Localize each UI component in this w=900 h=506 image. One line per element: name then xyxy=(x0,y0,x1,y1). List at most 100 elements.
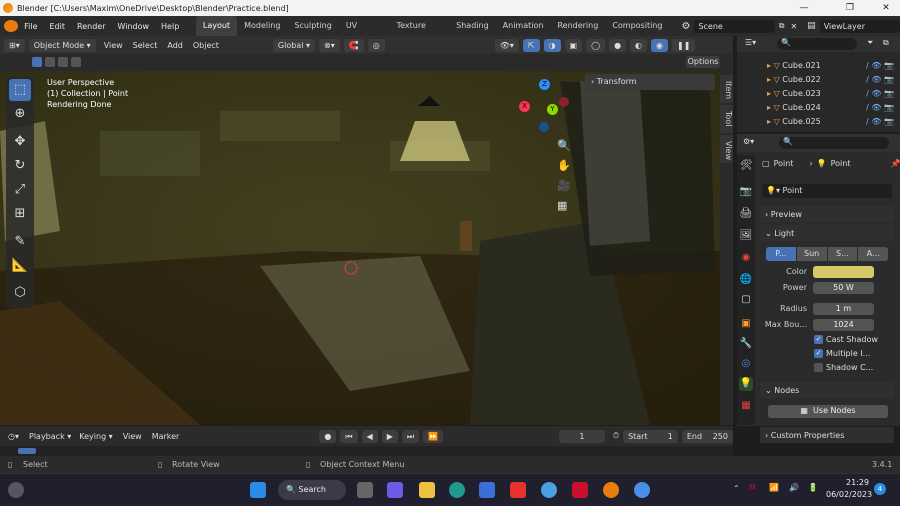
blender-menu-icon[interactable] xyxy=(4,20,19,32)
menu-help[interactable]: Help xyxy=(155,22,185,31)
snap-icon[interactable]: 🧲 xyxy=(343,38,364,52)
light-data-props-icon[interactable]: 💡 xyxy=(739,377,753,391)
shadow-caustics-checkbox[interactable] xyxy=(814,363,823,372)
menu-marker[interactable]: Marker xyxy=(152,432,180,441)
section-custom-properties[interactable]: › Custom Properties xyxy=(760,427,894,443)
outliner-editor-icon[interactable]: ☰▾ xyxy=(745,38,756,47)
rotate-tool-icon[interactable]: ↻ xyxy=(9,155,31,177)
add-cube-tool-icon[interactable]: ⬡ xyxy=(9,282,31,304)
chat-icon[interactable] xyxy=(387,482,403,498)
tab-uv-editing[interactable]: UV Editing xyxy=(339,16,390,50)
modifier-props-icon[interactable]: 🔧 xyxy=(739,337,753,351)
gizmo-z-axis[interactable]: Z xyxy=(539,79,550,90)
settings-taskbar-icon[interactable] xyxy=(634,482,650,498)
tab-animation[interactable]: Animation xyxy=(496,16,551,36)
gizmo-y-axis[interactable]: Y xyxy=(547,104,558,115)
file-explorer-icon[interactable] xyxy=(419,482,435,498)
view-layer-props-icon[interactable]: 🖼 xyxy=(739,229,753,243)
taskbar-search[interactable]: 🔍 Search xyxy=(278,480,346,500)
weather-icon[interactable] xyxy=(8,482,24,498)
timeline-editor-icon[interactable]: ◷▾ xyxy=(8,432,19,441)
notification-badge[interactable]: 4 xyxy=(874,483,886,495)
radius-field[interactable]: 1 m xyxy=(813,303,874,315)
texture-props-icon[interactable]: ▦ xyxy=(739,399,753,413)
pause-render-icon[interactable]: ❚❚ xyxy=(672,38,696,52)
xray-icon[interactable]: ▣ xyxy=(564,38,583,52)
scene-new-icon[interactable]: ⧉ xyxy=(779,21,785,31)
task-view-icon[interactable] xyxy=(357,482,373,498)
light-color-swatch[interactable] xyxy=(813,266,874,278)
start-frame-field[interactable]: Start 1 xyxy=(623,429,678,443)
shading-solid-icon[interactable]: ● xyxy=(609,38,627,52)
annotate-tool-icon[interactable]: ✎ xyxy=(9,231,31,253)
menu-window[interactable]: Window xyxy=(111,22,155,31)
editor-type-button[interactable]: ⊞▾ xyxy=(4,38,25,52)
windows-start-icon[interactable] xyxy=(250,482,266,498)
jump-start-icon[interactable]: ⏮ xyxy=(340,429,358,443)
scale-tool-icon[interactable]: ⤢ xyxy=(9,179,31,201)
transform-tool-icon[interactable]: ⊞ xyxy=(9,203,31,225)
menu-timeline-view[interactable]: View xyxy=(123,432,142,441)
scene-selector[interactable]: Scene xyxy=(694,19,775,33)
menu-file[interactable]: File xyxy=(18,22,43,31)
light-type-spot[interactable]: S... xyxy=(827,247,858,261)
app-blue-icon[interactable] xyxy=(541,482,557,498)
zoom-icon[interactable]: 🔍 xyxy=(557,139,571,152)
cast-shadow-checkbox[interactable]: ✓ xyxy=(814,335,823,344)
select-subtract-icon[interactable] xyxy=(58,57,68,67)
physics-props-icon[interactable]: ◎ xyxy=(739,357,753,371)
object-props-icon[interactable]: ▣ xyxy=(739,317,753,331)
gizmo-neg-z[interactable] xyxy=(539,122,549,132)
outliner-search-input[interactable]: 🔍 xyxy=(777,38,857,50)
edge-icon[interactable] xyxy=(449,482,465,498)
maximize-button[interactable]: ❐ xyxy=(836,0,864,16)
jump-end-icon[interactable]: ⏩ xyxy=(423,429,444,443)
list-item[interactable]: ▸ ▽ Cube.022/ 👁 📷 xyxy=(737,72,900,86)
gizmo-x-axis[interactable]: X xyxy=(519,101,530,112)
tab-texture-paint[interactable]: Texture Paint xyxy=(390,16,450,50)
collection-props-icon[interactable]: ▢ xyxy=(739,293,753,307)
scene-remove-icon[interactable]: ✕ xyxy=(790,22,797,31)
select-extend-icon[interactable] xyxy=(45,57,55,67)
section-preview[interactable]: › Preview xyxy=(760,206,894,222)
clock-date[interactable]: 06/02/2023 xyxy=(826,490,872,499)
multiple-importance-checkbox[interactable]: ✓ xyxy=(814,349,823,358)
play-icon[interactable]: ▶ xyxy=(381,429,398,443)
visibility-icon[interactable]: 👁▾ xyxy=(494,38,519,52)
pan-hand-icon[interactable]: ✋ xyxy=(557,159,571,172)
properties-search-input[interactable]: 🔍 xyxy=(779,137,889,149)
max-bounces-field[interactable]: 1024 xyxy=(813,319,874,331)
move-tool-icon[interactable]: ✥ xyxy=(9,131,31,153)
menu-object[interactable]: Object xyxy=(193,41,219,50)
tab-item[interactable]: Item xyxy=(720,75,733,103)
mode-dropdown[interactable]: Object Mode ▾ xyxy=(28,38,96,52)
playhead[interactable] xyxy=(18,448,36,454)
timeline-strip[interactable] xyxy=(0,446,733,456)
properties-editor-icon[interactable]: ⚙▾ xyxy=(743,137,754,146)
filter-icon[interactable]: ⏷ xyxy=(867,38,873,48)
shading-rendered-icon[interactable]: ◉ xyxy=(651,38,669,52)
shading-material-icon[interactable]: ◐ xyxy=(630,38,648,52)
tab-rendering[interactable]: Rendering xyxy=(550,16,605,36)
clock-time[interactable]: 21:29 xyxy=(846,478,869,487)
menu-edit[interactable]: Edit xyxy=(44,22,72,31)
menu-select[interactable]: Select xyxy=(133,41,158,50)
perspective-grid-icon[interactable]: ▦ xyxy=(557,199,567,212)
list-item[interactable]: ▸ ▽ Cube.021/ 👁 📷 xyxy=(737,58,900,72)
world-props-icon[interactable]: 🌐 xyxy=(739,273,753,287)
select-box-mode-icon[interactable] xyxy=(32,57,42,67)
transform-panel-header[interactable]: › Transform xyxy=(585,74,715,90)
gizmo-toggle-icon[interactable]: ⇱ xyxy=(522,38,540,52)
select-intersect-icon[interactable] xyxy=(71,57,81,67)
light-datablock-selector[interactable]: 💡▾ Point xyxy=(762,184,892,198)
blender-taskbar-icon[interactable] xyxy=(603,482,619,498)
tab-layout[interactable]: Layout xyxy=(195,16,238,36)
volume-icon[interactable]: 🔊 xyxy=(789,483,799,492)
step-back-icon[interactable]: ◀ xyxy=(361,429,378,443)
close-button[interactable]: ✕ xyxy=(872,0,900,16)
select-box-tool-icon[interactable]: ⬚ xyxy=(9,79,31,101)
tab-modeling[interactable]: Modeling xyxy=(237,16,287,36)
end-frame-field[interactable]: End 250 xyxy=(681,429,733,443)
power-field[interactable]: 50 W xyxy=(813,282,874,294)
wifi-icon[interactable]: 📶 xyxy=(769,483,779,492)
